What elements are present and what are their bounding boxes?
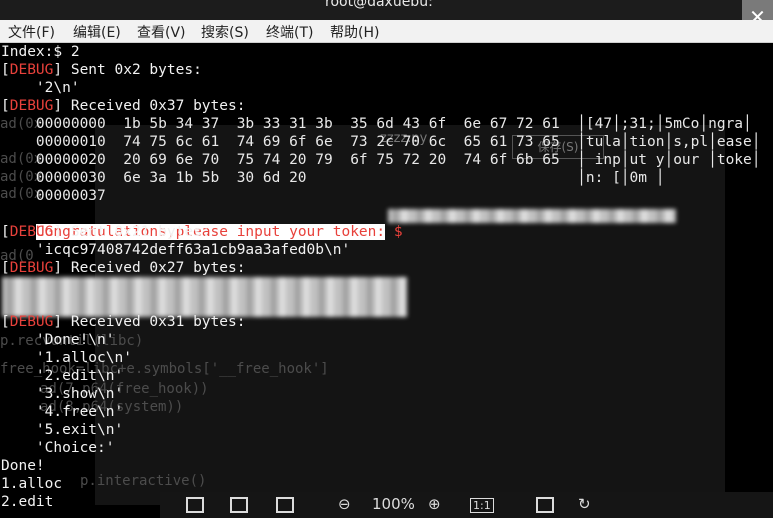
- output-line: 2.edit: [1, 494, 54, 510]
- debug-tag: DEBUG: [9, 62, 54, 78]
- index-line: Index:$ 2: [1, 44, 80, 60]
- hexdump-row: 00000010 74 75 6c 61 74 69 6f 6e 73 2c 7…: [1, 134, 761, 150]
- hexdump-row: 00000000 1b 5b 34 37 3b 33 31 3b 35 6d 4…: [1, 116, 752, 132]
- hexdump-row: 00000030 6e 3a 1b 5b 30 6d 20 │n: [│0m │: [1, 170, 665, 186]
- hexdump-row: 00000037: [1, 188, 106, 204]
- menu-file[interactable]: 文件(F): [8, 22, 55, 42]
- zoom-level: 100%: [372, 495, 415, 513]
- menu-output-line: '4.free\n': [1, 404, 124, 420]
- debug-tag: DEBUG: [9, 224, 54, 240]
- shell-prompt: $: [385, 224, 403, 240]
- window-title: root@daxuebu:: [325, 0, 433, 10]
- menu-bar: 文件(F) 编辑(E) 查看(V) 搜索(S) 终端(T) 帮助(H): [0, 20, 773, 43]
- redacted-token-input: [388, 209, 676, 223]
- editor-code-line: p.interactive(): [80, 473, 207, 489]
- menu-output-line: 'Choice:': [1, 440, 115, 456]
- rotate-icon[interactable]: ↻: [578, 495, 591, 513]
- debug-tag: DEBUG: [9, 98, 54, 114]
- output-line: 1.alloc: [1, 476, 63, 492]
- share-icon[interactable]: [276, 497, 294, 513]
- menu-help[interactable]: 帮助(H): [330, 22, 379, 42]
- menu-output-line: '2.edit\n': [1, 368, 124, 384]
- sent-data-line: '2\n': [1, 80, 80, 96]
- actual-size-icon[interactable]: 1:1: [470, 498, 494, 513]
- debug-received-line: [DEBUG] Received 0x27 bytes:: [1, 260, 246, 276]
- zoom-in-icon[interactable]: ⊕: [428, 495, 441, 513]
- debug-sent-line: [DEBUG] Sent 0x2 bytes:: [1, 62, 202, 78]
- debug-sent-line: [DEBUG] Sent 0x21 bytes:: [1, 224, 211, 240]
- debug-tag: DEBUG: [9, 314, 54, 330]
- menu-view[interactable]: 查看(V): [137, 22, 186, 42]
- menu-output-line: '1.alloc\n': [1, 350, 132, 366]
- menu-terminal[interactable]: 终端(T): [266, 22, 313, 42]
- debug-tag: DEBUG: [9, 260, 54, 276]
- open-external-icon[interactable]: [230, 497, 248, 513]
- sent-token-line: 'icqc97408742deff63a1cb9aa3afed0b\n': [1, 242, 351, 258]
- save-icon[interactable]: [186, 497, 204, 513]
- image-viewer-toolbar: ⊖ 100% ⊕ 1:1 ↻: [160, 492, 773, 518]
- output-line: Done!: [1, 458, 45, 474]
- title-bar: root@daxuebu:: [0, 0, 773, 20]
- menu-search[interactable]: 搜索(S): [201, 22, 249, 42]
- menu-output-line: '3.show\n': [1, 386, 124, 402]
- debug-received-line: [DEBUG] Received 0x31 bytes:: [1, 314, 246, 330]
- fit-window-icon[interactable]: [536, 497, 554, 513]
- zoom-out-icon[interactable]: ⊖: [338, 495, 351, 513]
- menu-edit[interactable]: 编辑(E): [73, 22, 121, 42]
- terminal-output[interactable]: zzzz.py 保存(S) ad(0x ad(0x ad(0x ad(0x ad…: [0, 43, 773, 518]
- menu-output-line: '5.exit\n': [1, 422, 124, 438]
- redacted-received-data: [2, 277, 407, 317]
- debug-received-line: [DEBUG] Received 0x37 bytes:: [1, 98, 246, 114]
- menu-output-line: 'Done!\n': [1, 332, 115, 348]
- hexdump-row: 00000020 20 69 6e 70 75 74 20 79 6f 75 7…: [1, 152, 761, 168]
